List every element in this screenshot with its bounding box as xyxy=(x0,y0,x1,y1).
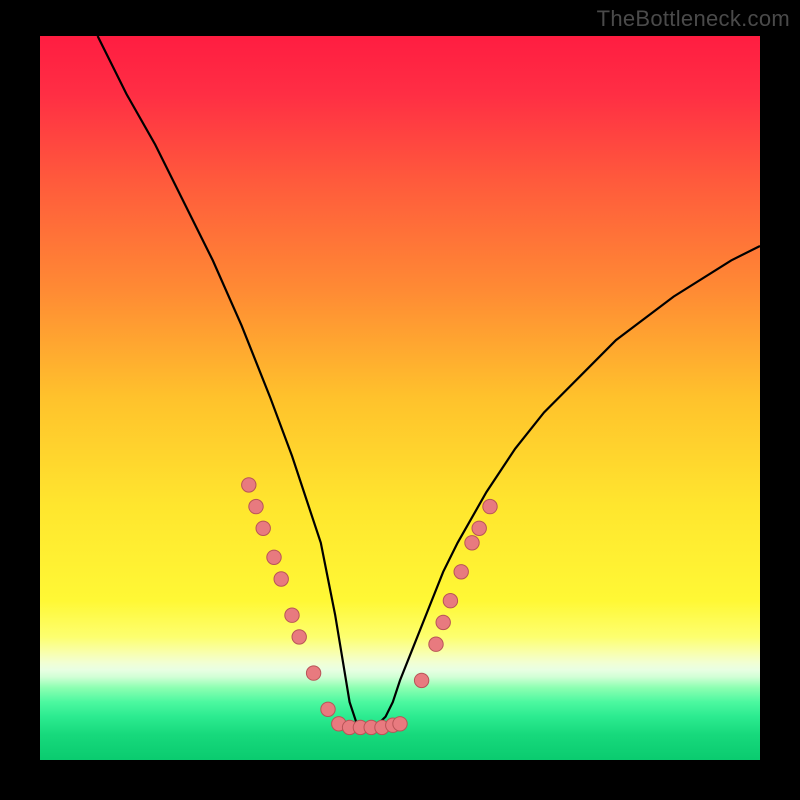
sample-dot xyxy=(267,550,281,564)
chart-container: TheBottleneck.com xyxy=(0,0,800,800)
sample-dot xyxy=(483,499,497,513)
plot-frame xyxy=(40,36,760,760)
sample-dot xyxy=(454,565,468,579)
sample-dot xyxy=(443,594,457,608)
sample-dot xyxy=(414,673,428,687)
watermark-text: TheBottleneck.com xyxy=(597,6,790,32)
sample-dot xyxy=(321,702,335,716)
sample-dot xyxy=(256,521,270,535)
sample-dot xyxy=(465,536,479,550)
plot-svg xyxy=(40,36,760,760)
sample-dot xyxy=(274,572,288,586)
sample-dot xyxy=(436,615,450,629)
sample-dot xyxy=(393,717,407,731)
sample-dot xyxy=(429,637,443,651)
sample-dot xyxy=(249,499,263,513)
sample-dot xyxy=(285,608,299,622)
sample-dot xyxy=(472,521,486,535)
gradient-background xyxy=(40,36,760,760)
sample-dot xyxy=(292,630,306,644)
sample-dot xyxy=(306,666,320,680)
sample-dot xyxy=(242,478,256,492)
